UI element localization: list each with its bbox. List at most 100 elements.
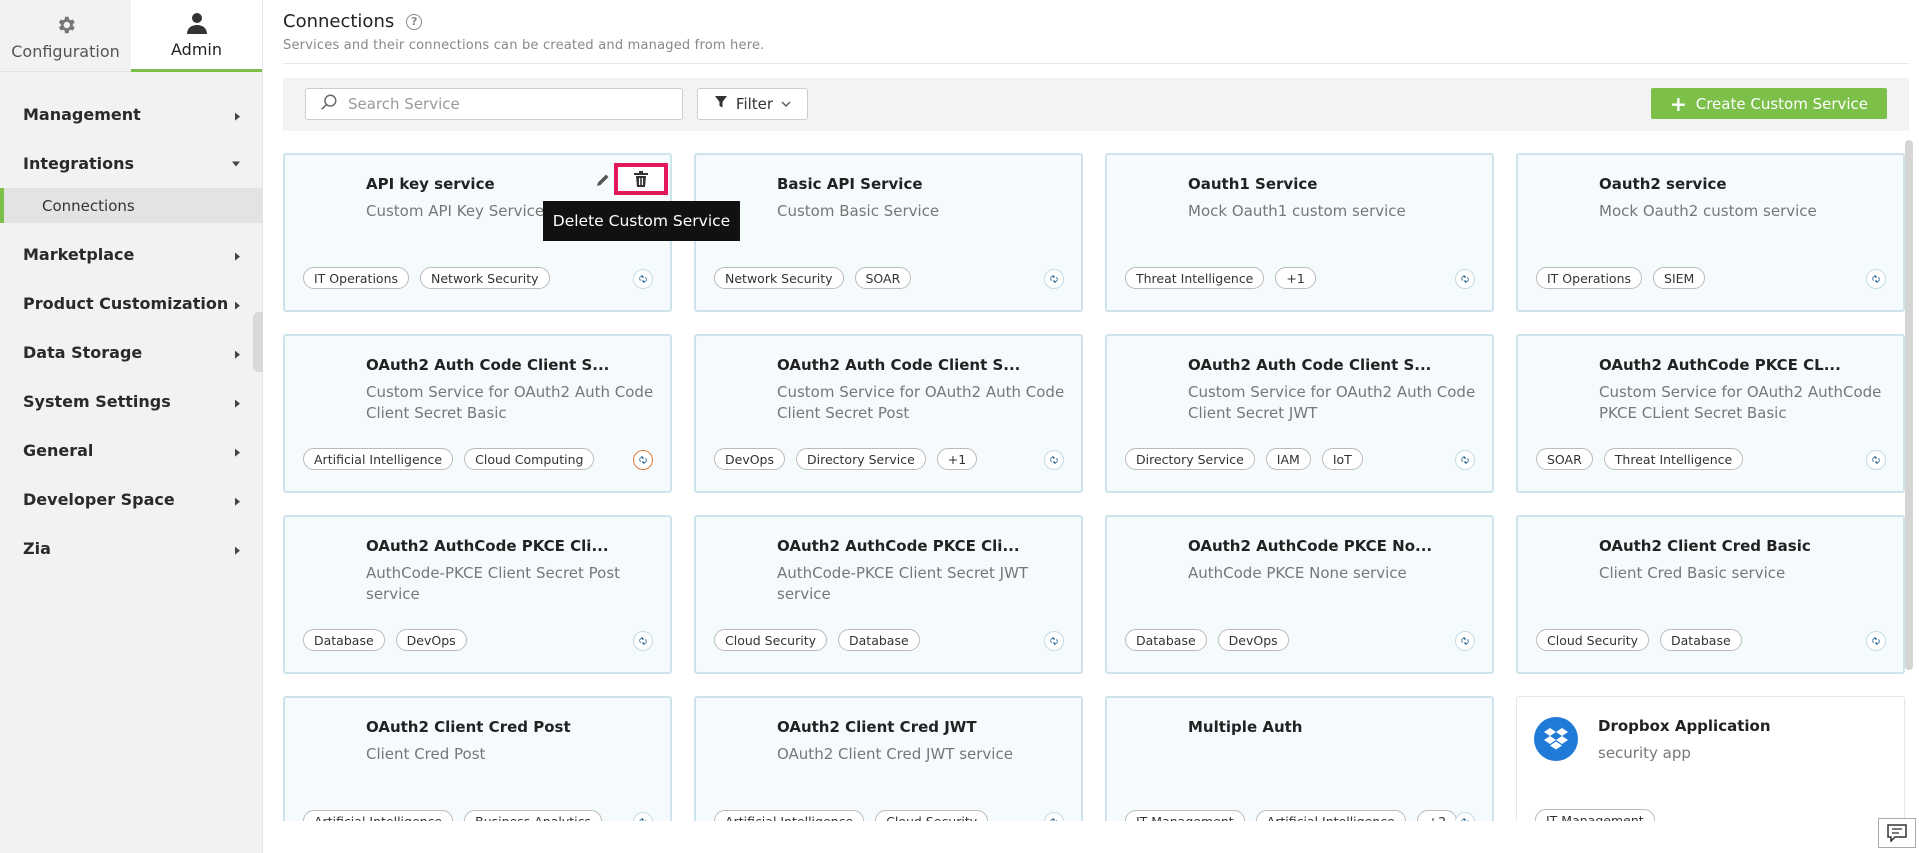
service-card[interactable]: Dropbox Application security app IT Mana…: [1516, 696, 1905, 821]
service-card[interactable]: OAuth2 Client Cred JWT OAuth2 Client Cre…: [694, 696, 1083, 821]
chevron-down-icon: [781, 95, 791, 113]
tag: Database: [1125, 629, 1207, 651]
plug-icon: [633, 269, 653, 289]
sidebar-item-marketplace[interactable]: Marketplace: [0, 230, 262, 279]
service-card[interactable]: Multiple Auth IT Management Artificial I…: [1105, 696, 1494, 821]
tag: Threat Intelligence: [1125, 267, 1265, 289]
tag: Database: [303, 629, 385, 651]
sidebar-subitem-connections[interactable]: Connections: [0, 188, 262, 223]
card-tags: Artificial Intelligence Cloud Computing: [303, 448, 595, 470]
service-card[interactable]: OAuth2 AuthCode PKCE Cli... AuthCode-PKC…: [694, 515, 1083, 674]
service-card[interactable]: OAuth2 AuthCode PKCE CL... Custom Servic…: [1516, 334, 1905, 493]
tag: IT Operations: [303, 267, 410, 289]
sidebar-item-developer-space[interactable]: Developer Space: [0, 475, 262, 524]
filter-button[interactable]: Filter: [697, 88, 808, 120]
service-card[interactable]: OAuth2 AuthCode PKCE Cli... AuthCode-PKC…: [283, 515, 672, 674]
card-title: Multiple Auth: [1188, 718, 1303, 736]
plug-icon: [1455, 812, 1475, 821]
edit-icon[interactable]: [592, 169, 614, 191]
plug-icon: [1866, 631, 1886, 651]
tag: +1: [1275, 267, 1316, 289]
tag: DevOps: [1217, 629, 1289, 651]
card-title: OAuth2 Client Cred Post: [366, 718, 571, 736]
page-title: Connections: [283, 11, 395, 32]
delete-icon[interactable]: [614, 163, 668, 195]
card-tags: IT Management: [1535, 809, 1655, 821]
page-subtitle: Services and their connections can be cr…: [283, 38, 765, 53]
card-title: OAuth2 Auth Code Client S...: [366, 356, 610, 374]
service-card[interactable]: Oauth2 service Mock Oauth2 custom servic…: [1516, 153, 1905, 312]
card-desc: Client Cred Basic service: [1599, 564, 1786, 582]
service-card[interactable]: Oauth1 Service Mock Oauth1 custom servic…: [1105, 153, 1494, 312]
tag: Cloud Security: [875, 810, 989, 821]
tab-configuration[interactable]: Configuration: [0, 0, 131, 72]
sidebar-item-data-storage[interactable]: Data Storage: [0, 328, 262, 377]
card-title: Oauth2 service: [1599, 175, 1727, 193]
plug-icon: [1044, 631, 1064, 651]
chat-icon[interactable]: [1878, 818, 1916, 848]
sidebar-item-management[interactable]: Management: [0, 90, 262, 139]
card-title: OAuth2 AuthCode PKCE No...: [1188, 537, 1433, 555]
caret-right-icon: [235, 112, 240, 121]
sidebar-item-general[interactable]: General: [0, 426, 262, 475]
card-desc: AuthCode-PKCE Client Secret JWT service: [777, 564, 1029, 603]
tag: Threat Intelligence: [1603, 448, 1744, 470]
tag: Database: [1660, 629, 1742, 651]
plug-icon: [1455, 631, 1475, 651]
card-tags: Cloud Security Database: [1536, 629, 1742, 651]
service-card[interactable]: Basic API Service Custom Basic Service N…: [694, 153, 1083, 312]
service-card[interactable]: OAuth2 AuthCode PKCE No... AuthCode PKCE…: [1105, 515, 1494, 674]
card-tags: Threat Intelligence +1: [1125, 267, 1316, 289]
gear-icon: [55, 12, 77, 38]
sidebar-item-label: Marketplace: [23, 245, 135, 264]
tab-admin[interactable]: Admin: [131, 0, 262, 72]
plug-icon: [1866, 269, 1886, 289]
card-desc: Mock Oauth2 custom service: [1599, 202, 1817, 220]
tag: Artificial Intelligence: [714, 810, 865, 821]
bottom-strip: [263, 821, 1919, 853]
tag: Business Analytics: [464, 810, 602, 821]
sidebar-item-zia[interactable]: Zia: [0, 524, 262, 573]
card-tags: IT Management Artificial Intelligence +2: [1125, 810, 1458, 821]
service-card[interactable]: OAuth2 Auth Code Client S... Custom Serv…: [283, 334, 672, 493]
card-desc: Client Cred Post: [366, 745, 486, 763]
card-desc: Custom Service for OAuth2 Auth Code Clie…: [1188, 383, 1476, 422]
scrollbar[interactable]: [1905, 140, 1913, 670]
sidebar-item-system-settings[interactable]: System Settings: [0, 377, 262, 426]
sidebar-item-integrations[interactable]: Integrations: [0, 139, 262, 188]
card-title: OAuth2 Auth Code Client S...: [777, 356, 1021, 374]
card-desc: Custom Service for OAuth2 Auth Code Clie…: [777, 383, 1065, 422]
page-header: Connections ? Services and their connect…: [283, 0, 1909, 64]
sidebar-menu: Management Integrations Connections Mark…: [0, 72, 262, 573]
card-tags: Cloud Security Database: [714, 629, 920, 651]
card-title: Oauth1 Service: [1188, 175, 1318, 193]
tag: SOAR: [854, 267, 912, 289]
create-custom-service-label: Create Custom Service: [1695, 94, 1869, 113]
plug-icon: [633, 631, 653, 651]
tag: DevOps: [714, 448, 785, 470]
caret-down-icon: [232, 161, 240, 166]
card-tags: IT Operations Network Security: [303, 267, 550, 289]
sidebar-item-label: Management: [23, 105, 141, 124]
card-title: Dropbox Application: [1598, 717, 1771, 735]
search-input[interactable]: [348, 95, 668, 113]
sidebar: Configuration Admin Management Integrati…: [0, 0, 263, 853]
service-card[interactable]: OAuth2 Client Cred Post Client Cred Post…: [283, 696, 672, 821]
caret-right-icon: [235, 301, 240, 310]
sidebar-item-product-customization[interactable]: Product Customization: [0, 279, 262, 328]
service-card[interactable]: OAuth2 Client Cred Basic Client Cred Bas…: [1516, 515, 1905, 674]
card-tags: SOAR Threat Intelligence: [1536, 448, 1744, 470]
tag: +1: [936, 448, 978, 470]
create-custom-service-button[interactable]: + Create Custom Service: [1651, 88, 1887, 119]
card-title: OAuth2 Client Cred JWT: [777, 718, 977, 736]
tag: IT Management: [1125, 810, 1245, 821]
help-icon[interactable]: ?: [406, 13, 423, 30]
card-tags: Database DevOps: [303, 629, 467, 651]
card-desc: AuthCode PKCE None service: [1188, 564, 1407, 582]
sidebar-collapse-handle[interactable]: [253, 312, 263, 372]
card-title: OAuth2 Auth Code Client S...: [1188, 356, 1432, 374]
service-card[interactable]: OAuth2 Auth Code Client S... Custom Serv…: [1105, 334, 1494, 493]
plug-icon: [1044, 812, 1064, 821]
search-box[interactable]: [305, 88, 683, 120]
service-card[interactable]: OAuth2 Auth Code Client S... Custom Serv…: [694, 334, 1083, 493]
